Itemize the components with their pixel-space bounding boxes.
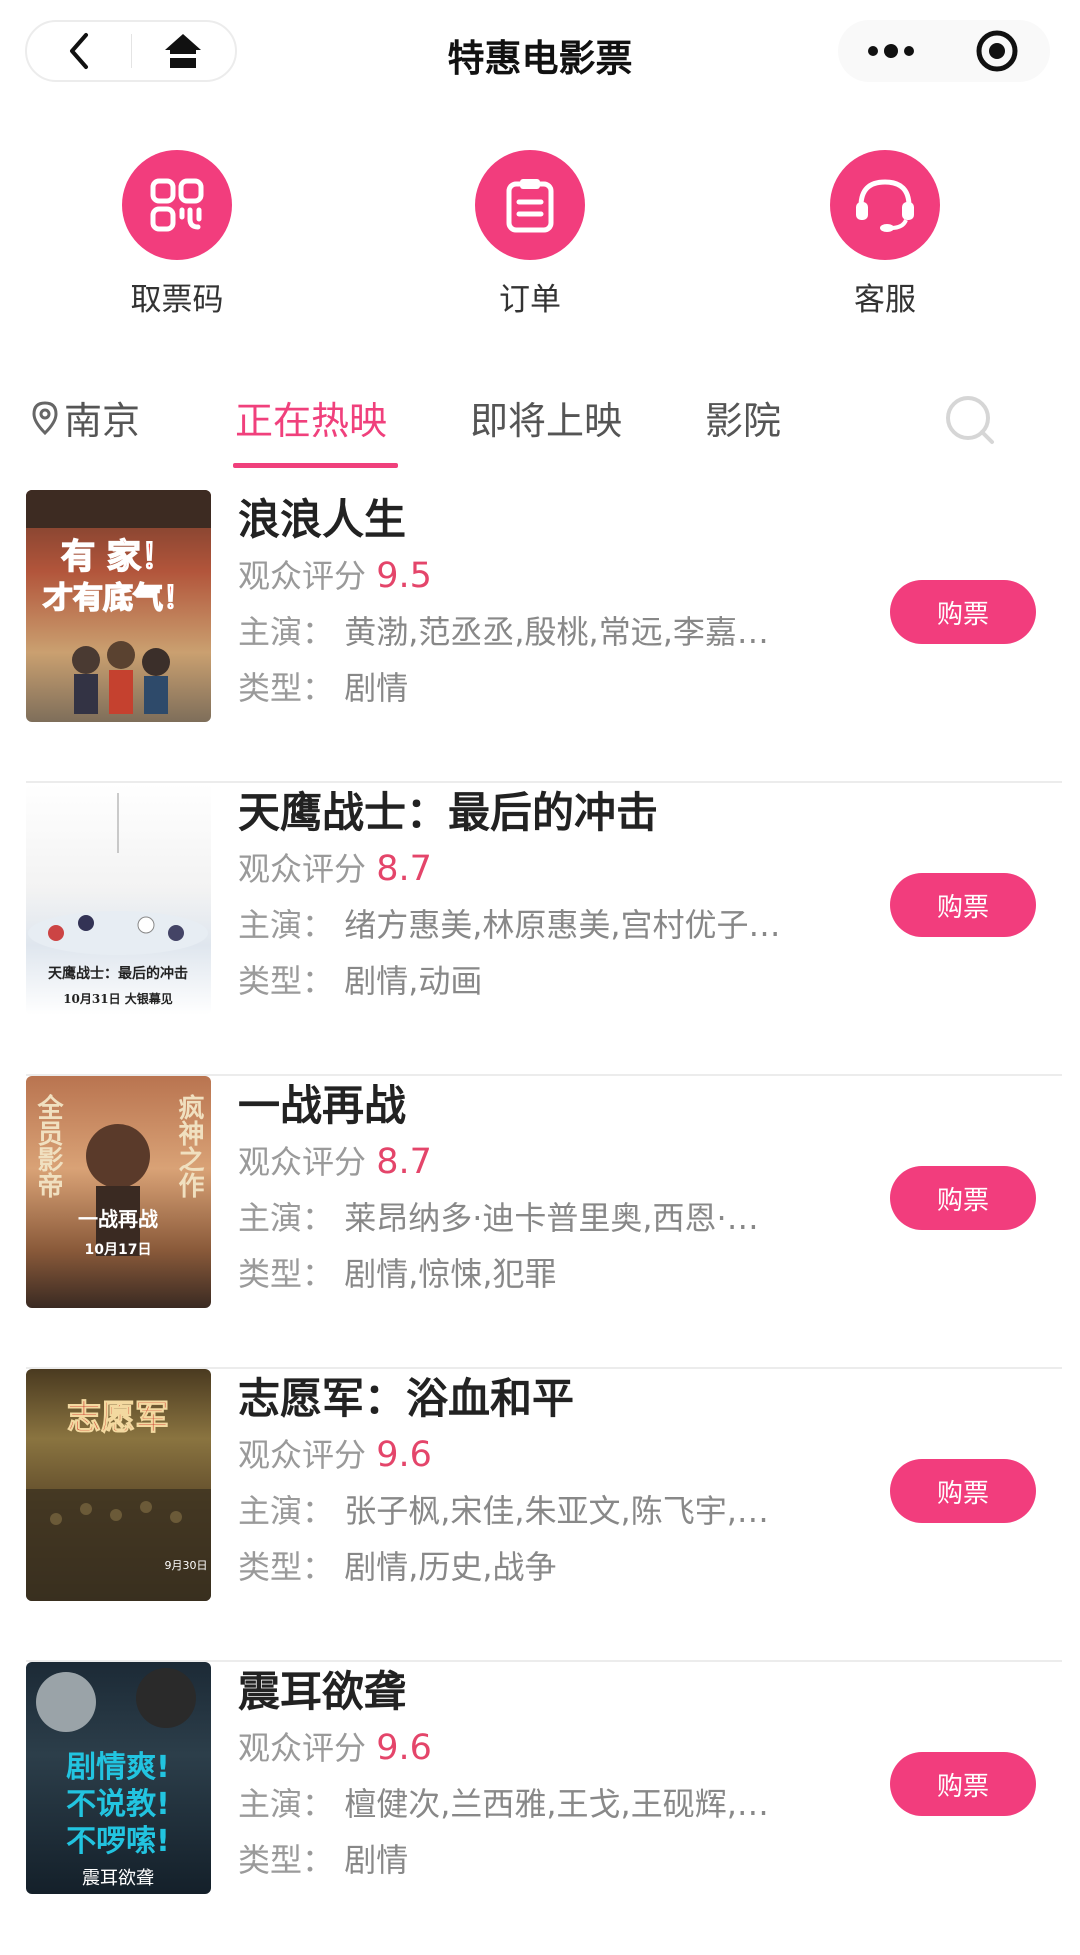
movie-cast: 主演： 檀健次,兰西雅,王戈,王砚辉,… (238, 1785, 769, 1823)
movie-item[interactable]: 全员影帝 疯神之作 一战再战 10月17日 一战再战 观众评分 8.7 主演： … (26, 1076, 1062, 1369)
tab-coming-soon[interactable]: 即将上映 (470, 390, 622, 445)
poster-title: 震耳欲聋 (82, 1868, 154, 1889)
movie-poster[interactable]: 全员影帝 疯神之作 一战再战 10月17日 (26, 1076, 211, 1308)
close-miniprogram-button[interactable] (957, 26, 1037, 76)
movie-rating: 观众评分 8.7 (238, 849, 432, 889)
poster-line-1: 有 家！ (61, 537, 175, 577)
tab-bar: 南京 正在热映 即将上映 影院 (0, 382, 1080, 472)
movie-title: 一战再战 (238, 1081, 407, 1130)
movie-cast: 主演： 黄渤,范丞丞,殷桃,常远,李嘉… (238, 613, 769, 651)
ticket-code-button[interactable]: 取票码 (77, 150, 277, 319)
ticket-code-circle (122, 150, 232, 260)
more-button[interactable] (851, 26, 931, 76)
quick-actions: 取票码 订单 客服 (0, 150, 1080, 320)
search-icon (946, 396, 994, 444)
rating-value: 8.7 (376, 849, 432, 889)
customer-service-label: 客服 (854, 282, 916, 318)
nav-bar: 特惠电影票 (0, 0, 1080, 100)
movie-title: 志愿军：浴血和平 (238, 1374, 575, 1423)
customer-service-circle (830, 150, 940, 260)
rating-value: 9.6 (376, 1728, 432, 1768)
movie-item[interactable]: 志愿军 9月30日 志愿军：浴血和平 观众评分 9.6 主演： 张子枫,宋佳,朱… (26, 1369, 1062, 1662)
movie-item[interactable]: 剧情爽! 不说教! 不啰嗦! 震耳欲聋 震耳欲聋 观众评分 9.6 主演： 檀健… (26, 1662, 1062, 1955)
movie-genre: 类型： 剧情,历史,战争 (238, 1548, 557, 1586)
movie-poster[interactable]: 有 家！ 才有底气！ (26, 490, 211, 722)
tab-cinemas[interactable]: 影院 (705, 390, 781, 445)
headset-icon (856, 179, 914, 232)
movie-info: 天鹰战士：最后的冲击 观众评分 8.7 主演： 绪方惠美,林原惠美,宫村优子… … (238, 783, 898, 1009)
movie-poster[interactable]: 志愿军 9月30日 (26, 1369, 211, 1601)
movie-genre: 类型： 剧情,惊悚,犯罪 (238, 1255, 557, 1293)
ticket-code-icon (150, 178, 204, 232)
movie-rating: 观众评分 9.5 (238, 556, 432, 596)
buy-ticket-button[interactable]: 购票 (890, 1459, 1036, 1523)
movie-list: 有 家！ 才有底气！ 浪浪人生 观众评分 9.5 主演： 黄渤,范丞丞,殷桃,常… (0, 490, 1080, 1955)
poster-date: 9月30日 (165, 1559, 208, 1572)
movie-item[interactable]: 天鹰战士：最后的冲击 10月31日 大银幕见 天鹰战士：最后的冲击 观众评分 8… (26, 783, 1062, 1076)
movie-item[interactable]: 有 家！ 才有底气！ 浪浪人生 观众评分 9.5 主演： 黄渤,范丞丞,殷桃,常… (26, 490, 1062, 783)
poster-line-2: 10月31日 大银幕见 (63, 991, 173, 1006)
poster-date: 10月17日 (85, 1242, 152, 1258)
movie-info: 震耳欲聋 观众评分 9.6 主演： 檀健次,兰西雅,王戈,王砚辉,… 类型： 剧… (238, 1662, 898, 1888)
poster-line-2: 才有底气！ (43, 581, 193, 616)
customer-service-button[interactable]: 客服 (785, 150, 985, 319)
ticket-code-label: 取票码 (130, 282, 224, 318)
target-icon (976, 30, 1018, 72)
poster-line-1: 天鹰战士：最后的冲击 (48, 965, 188, 982)
buy-ticket-button[interactable]: 购票 (890, 873, 1036, 937)
orders-circle (475, 150, 585, 260)
movie-genre: 类型： 剧情 (238, 1841, 409, 1879)
movie-genre: 类型： 剧情 (238, 669, 409, 707)
location-pin-icon (32, 400, 58, 435)
search-button[interactable] (942, 392, 998, 448)
orders-label: 订单 (499, 282, 561, 318)
rating-value: 9.5 (376, 556, 432, 596)
movie-genre: 类型： 剧情,动画 (238, 962, 483, 1000)
movie-title: 浪浪人生 (238, 495, 407, 544)
movie-rating: 观众评分 9.6 (238, 1435, 432, 1475)
clipboard-icon (506, 179, 554, 233)
more-dots-icon (868, 44, 914, 58)
movie-rating: 观众评分 8.7 (238, 1142, 432, 1182)
movie-title: 震耳欲聋 (238, 1667, 407, 1716)
location-selector[interactable]: 南京 (30, 390, 140, 445)
movie-rating: 观众评分 9.6 (238, 1728, 432, 1768)
tab-now-showing[interactable]: 正在热映 (235, 390, 387, 445)
poster-line-1: 剧情爽! (66, 1750, 170, 1785)
poster-side-left: 全员影帝 (33, 1093, 64, 1198)
orders-button[interactable]: 订单 (430, 150, 630, 319)
buy-ticket-button[interactable]: 购票 (890, 1752, 1036, 1816)
nav-capsule-right (838, 20, 1050, 82)
movie-title: 天鹰战士：最后的冲击 (238, 788, 659, 837)
location-city: 南京 (64, 399, 141, 443)
poster-side-right: 疯神之作 (174, 1093, 204, 1198)
poster-line-2: 不说教! (66, 1787, 170, 1822)
poster-title: 一战再战 (78, 1207, 158, 1231)
buy-ticket-button[interactable]: 购票 (890, 580, 1036, 644)
movie-cast: 主演： 张子枫,宋佳,朱亚文,陈飞宇,… (238, 1492, 769, 1530)
poster-title: 志愿军 (67, 1398, 169, 1438)
movie-info: 一战再战 观众评分 8.7 主演： 莱昂纳多·迪卡普里奥,西恩·… 类型： 剧情… (238, 1076, 898, 1302)
buy-ticket-button[interactable]: 购票 (890, 1166, 1036, 1230)
movie-info: 浪浪人生 观众评分 9.5 主演： 黄渤,范丞丞,殷桃,常远,李嘉… 类型： 剧… (238, 490, 898, 716)
movie-cast: 主演： 绪方惠美,林原惠美,宫村优子… (238, 906, 781, 944)
rating-value: 8.7 (376, 1142, 432, 1182)
movie-poster[interactable]: 天鹰战士：最后的冲击 10月31日 大银幕见 (26, 783, 211, 1015)
poster-line-3: 不啰嗦! (66, 1824, 170, 1859)
active-tab-indicator (233, 463, 398, 468)
rating-value: 9.6 (376, 1435, 432, 1475)
movie-info: 志愿军：浴血和平 观众评分 9.6 主演： 张子枫,宋佳,朱亚文,陈飞宇,… 类… (238, 1369, 898, 1595)
movie-cast: 主演： 莱昂纳多·迪卡普里奥,西恩·… (238, 1199, 759, 1237)
movie-poster[interactable]: 剧情爽! 不说教! 不啰嗦! 震耳欲聋 (26, 1662, 211, 1894)
